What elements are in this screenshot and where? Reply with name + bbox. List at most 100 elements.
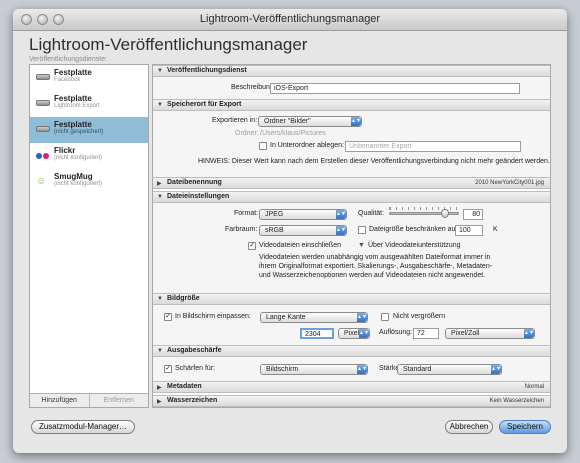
remove-service-button[interactable]: Entfernen	[88, 394, 149, 407]
hard-drive-icon	[36, 74, 50, 80]
section-summary: Normal	[524, 384, 544, 390]
select-arrows-icon: ▲▼	[336, 210, 346, 219]
smugmug-icon: ☺	[36, 176, 47, 187]
section-title: Dateibenennung	[167, 179, 222, 186]
section-title: Speicherort für Export	[167, 101, 242, 108]
location-note: HINWEIS: Dieser Wert kann nach dem Erste…	[198, 158, 550, 165]
subfolder-checkbox[interactable]	[259, 142, 267, 150]
sharpen-label: Schärfen für:	[175, 365, 216, 372]
page-title: Lightroom-Veröffentlichungsmanager	[29, 35, 308, 54]
video-support-disclosure-icon[interactable]: ▼	[358, 242, 365, 249]
disclosure-closed-icon: ▶	[157, 385, 162, 391]
quality-slider-knob[interactable]	[441, 209, 449, 218]
strength-value: Standard	[403, 366, 432, 373]
service-name: Festplatte	[54, 94, 92, 103]
select-arrows-icon: ▲▼	[351, 117, 361, 126]
section-header-naming[interactable]: ▶ Dateibenennung 2010 NewYorkCity001.jpg	[153, 177, 550, 189]
quality-ticks	[389, 207, 459, 210]
select-arrows-icon: ▲▼	[524, 329, 534, 338]
colorspace-value: sRGB	[265, 227, 284, 234]
publishing-manager-window: Lightroom-Veröffentlichungsmanager Light…	[13, 9, 567, 453]
no-enlarge-checkbox[interactable]	[381, 313, 389, 321]
video-support-label[interactable]: Über Videodateiunterstützung	[368, 242, 461, 249]
service-name: Festplatte	[54, 68, 92, 77]
service-name: Festplatte	[54, 120, 92, 129]
video-info-line: und Wasserzeichenoptionen werden auf Vid…	[259, 272, 486, 279]
quality-input[interactable]: 80	[463, 209, 483, 220]
limit-size-unit: K	[493, 226, 498, 233]
include-video-checkbox[interactable]: ✓	[248, 242, 256, 250]
service-item-festplatte-lightroom-export[interactable]: Festplatte Lightroom Export	[30, 91, 148, 117]
colorspace-label: Farbraum:	[225, 226, 258, 233]
services-list: Festplatte Facebook Festplatte Lightroom…	[29, 64, 149, 408]
section-title: Veröffentlichungsdienst	[167, 67, 247, 74]
sharpen-checkbox[interactable]: ✓	[164, 365, 172, 373]
service-sub: (nicht gespeichert)	[54, 129, 104, 135]
disclosure-open-icon: ▼	[157, 348, 163, 354]
export-in-label: Exportieren in:	[212, 117, 258, 124]
folder-path: /Users/klaus/Pictures	[260, 130, 326, 137]
service-item-smugmug[interactable]: ☺ SmugMug (nicht konfiguriert)	[30, 169, 148, 195]
fit-value: Lange Kante	[266, 314, 306, 321]
disclosure-closed-icon: ▶	[157, 399, 162, 405]
service-item-festplatte-facebook[interactable]: Festplatte Facebook	[30, 65, 148, 91]
section-title: Wasserzeichen	[167, 397, 218, 404]
section-header-sharpen[interactable]: ▼ Ausgabeschärfe	[153, 345, 550, 357]
cancel-button[interactable]: Abbrechen	[445, 420, 493, 434]
resolution-unit-select[interactable]: Pixel/Zoll ▲▼	[445, 328, 535, 339]
add-service-button[interactable]: Hinzufügen	[30, 394, 89, 407]
select-arrows-icon: ▲▼	[357, 365, 367, 374]
save-button[interactable]: Speichern	[499, 420, 551, 434]
hard-drive-icon	[36, 100, 50, 106]
section-header-watermark[interactable]: ▶ Wasserzeichen Kein Wasserzeichen	[153, 395, 550, 407]
flickr-icon	[36, 153, 49, 159]
section-body-service: Beschreibung: iOS-Export	[153, 77, 550, 99]
fit-screen-checkbox[interactable]: ✓	[164, 313, 172, 321]
disclosure-open-icon: ▼	[157, 296, 163, 302]
select-arrows-icon: ▲▼	[357, 313, 367, 322]
include-video-label: Videodateien einschließen	[259, 242, 341, 249]
section-header-metadata[interactable]: ▶ Metadaten Normal	[153, 381, 550, 393]
strength-select[interactable]: Standard ▲▼	[397, 364, 502, 375]
export-in-select[interactable]: Ordner "Bilder" ▲▼	[258, 116, 362, 127]
service-sub: Lightroom Export	[54, 103, 100, 109]
section-title: Ausgabeschärfe	[167, 347, 222, 354]
window-title: Lightroom-Veröffentlichungsmanager	[199, 13, 381, 25]
subfolder-label: In Unterordner ablegen:	[270, 142, 344, 149]
description-input[interactable]: iOS-Export	[270, 83, 520, 94]
section-header-service[interactable]: ▼ Veröffentlichungsdienst	[153, 65, 550, 77]
service-sub: (nicht konfiguriert)	[54, 155, 103, 161]
service-name: SmugMug	[54, 172, 93, 181]
fit-screen-label: In Bildschirm einpassen:	[175, 313, 251, 320]
fit-select[interactable]: Lange Kante ▲▼	[260, 312, 368, 323]
service-sub: (nicht konfiguriert)	[54, 181, 103, 187]
sharpen-value: Bildschirm	[266, 366, 299, 373]
section-title: Metadaten	[167, 383, 202, 390]
section-header-location[interactable]: ▼ Speicherort für Export	[153, 99, 550, 111]
subfolder-input[interactable]: Unbenannter Export	[345, 141, 521, 152]
section-body-sharpen: ✓ Schärfen für: Bildschirm ▲▼ Stärke: St…	[153, 357, 550, 381]
format-value: JPEG	[265, 211, 284, 218]
section-header-size[interactable]: ▼ Bildgröße	[153, 293, 550, 305]
service-item-flickr[interactable]: Flickr (nicht konfiguriert)	[30, 143, 148, 169]
settings-panel: ▼ Veröffentlichungsdienst Beschreibung: …	[152, 64, 551, 408]
plugin-manager-button[interactable]: Zusatzmodul-Manager…	[31, 420, 135, 434]
sharpen-select[interactable]: Bildschirm ▲▼	[260, 364, 368, 375]
resolution-label: Auflösung:	[379, 329, 413, 336]
limit-size-checkbox[interactable]	[358, 226, 366, 234]
video-info-text: Videodateien werden unabhängig vom ausge…	[259, 253, 492, 280]
section-summary: 2010 NewYorkCity001.jpg	[475, 180, 544, 186]
disclosure-closed-icon: ▶	[157, 181, 162, 187]
section-header-file[interactable]: ▼ Dateieinstellungen	[153, 191, 550, 203]
title-bar[interactable]: Lightroom-Veröffentlichungsmanager	[13, 9, 567, 31]
format-select[interactable]: JPEG ▲▼	[259, 209, 347, 220]
size-input[interactable]: 2304	[300, 328, 334, 339]
colorspace-select[interactable]: sRGB ▲▼	[259, 225, 347, 236]
size-unit-select[interactable]: Pixel ▲▼	[338, 328, 370, 339]
limit-size-input[interactable]: 100	[455, 225, 483, 236]
select-arrows-icon: ▲▼	[491, 365, 501, 374]
resolution-input[interactable]: 72	[413, 328, 439, 339]
section-body-size: ✓ In Bildschirm einpassen: Lange Kante ▲…	[153, 305, 550, 345]
select-arrows-icon: ▲▼	[336, 226, 346, 235]
service-item-festplatte-unsaved[interactable]: Festplatte (nicht gespeichert)	[30, 117, 148, 143]
